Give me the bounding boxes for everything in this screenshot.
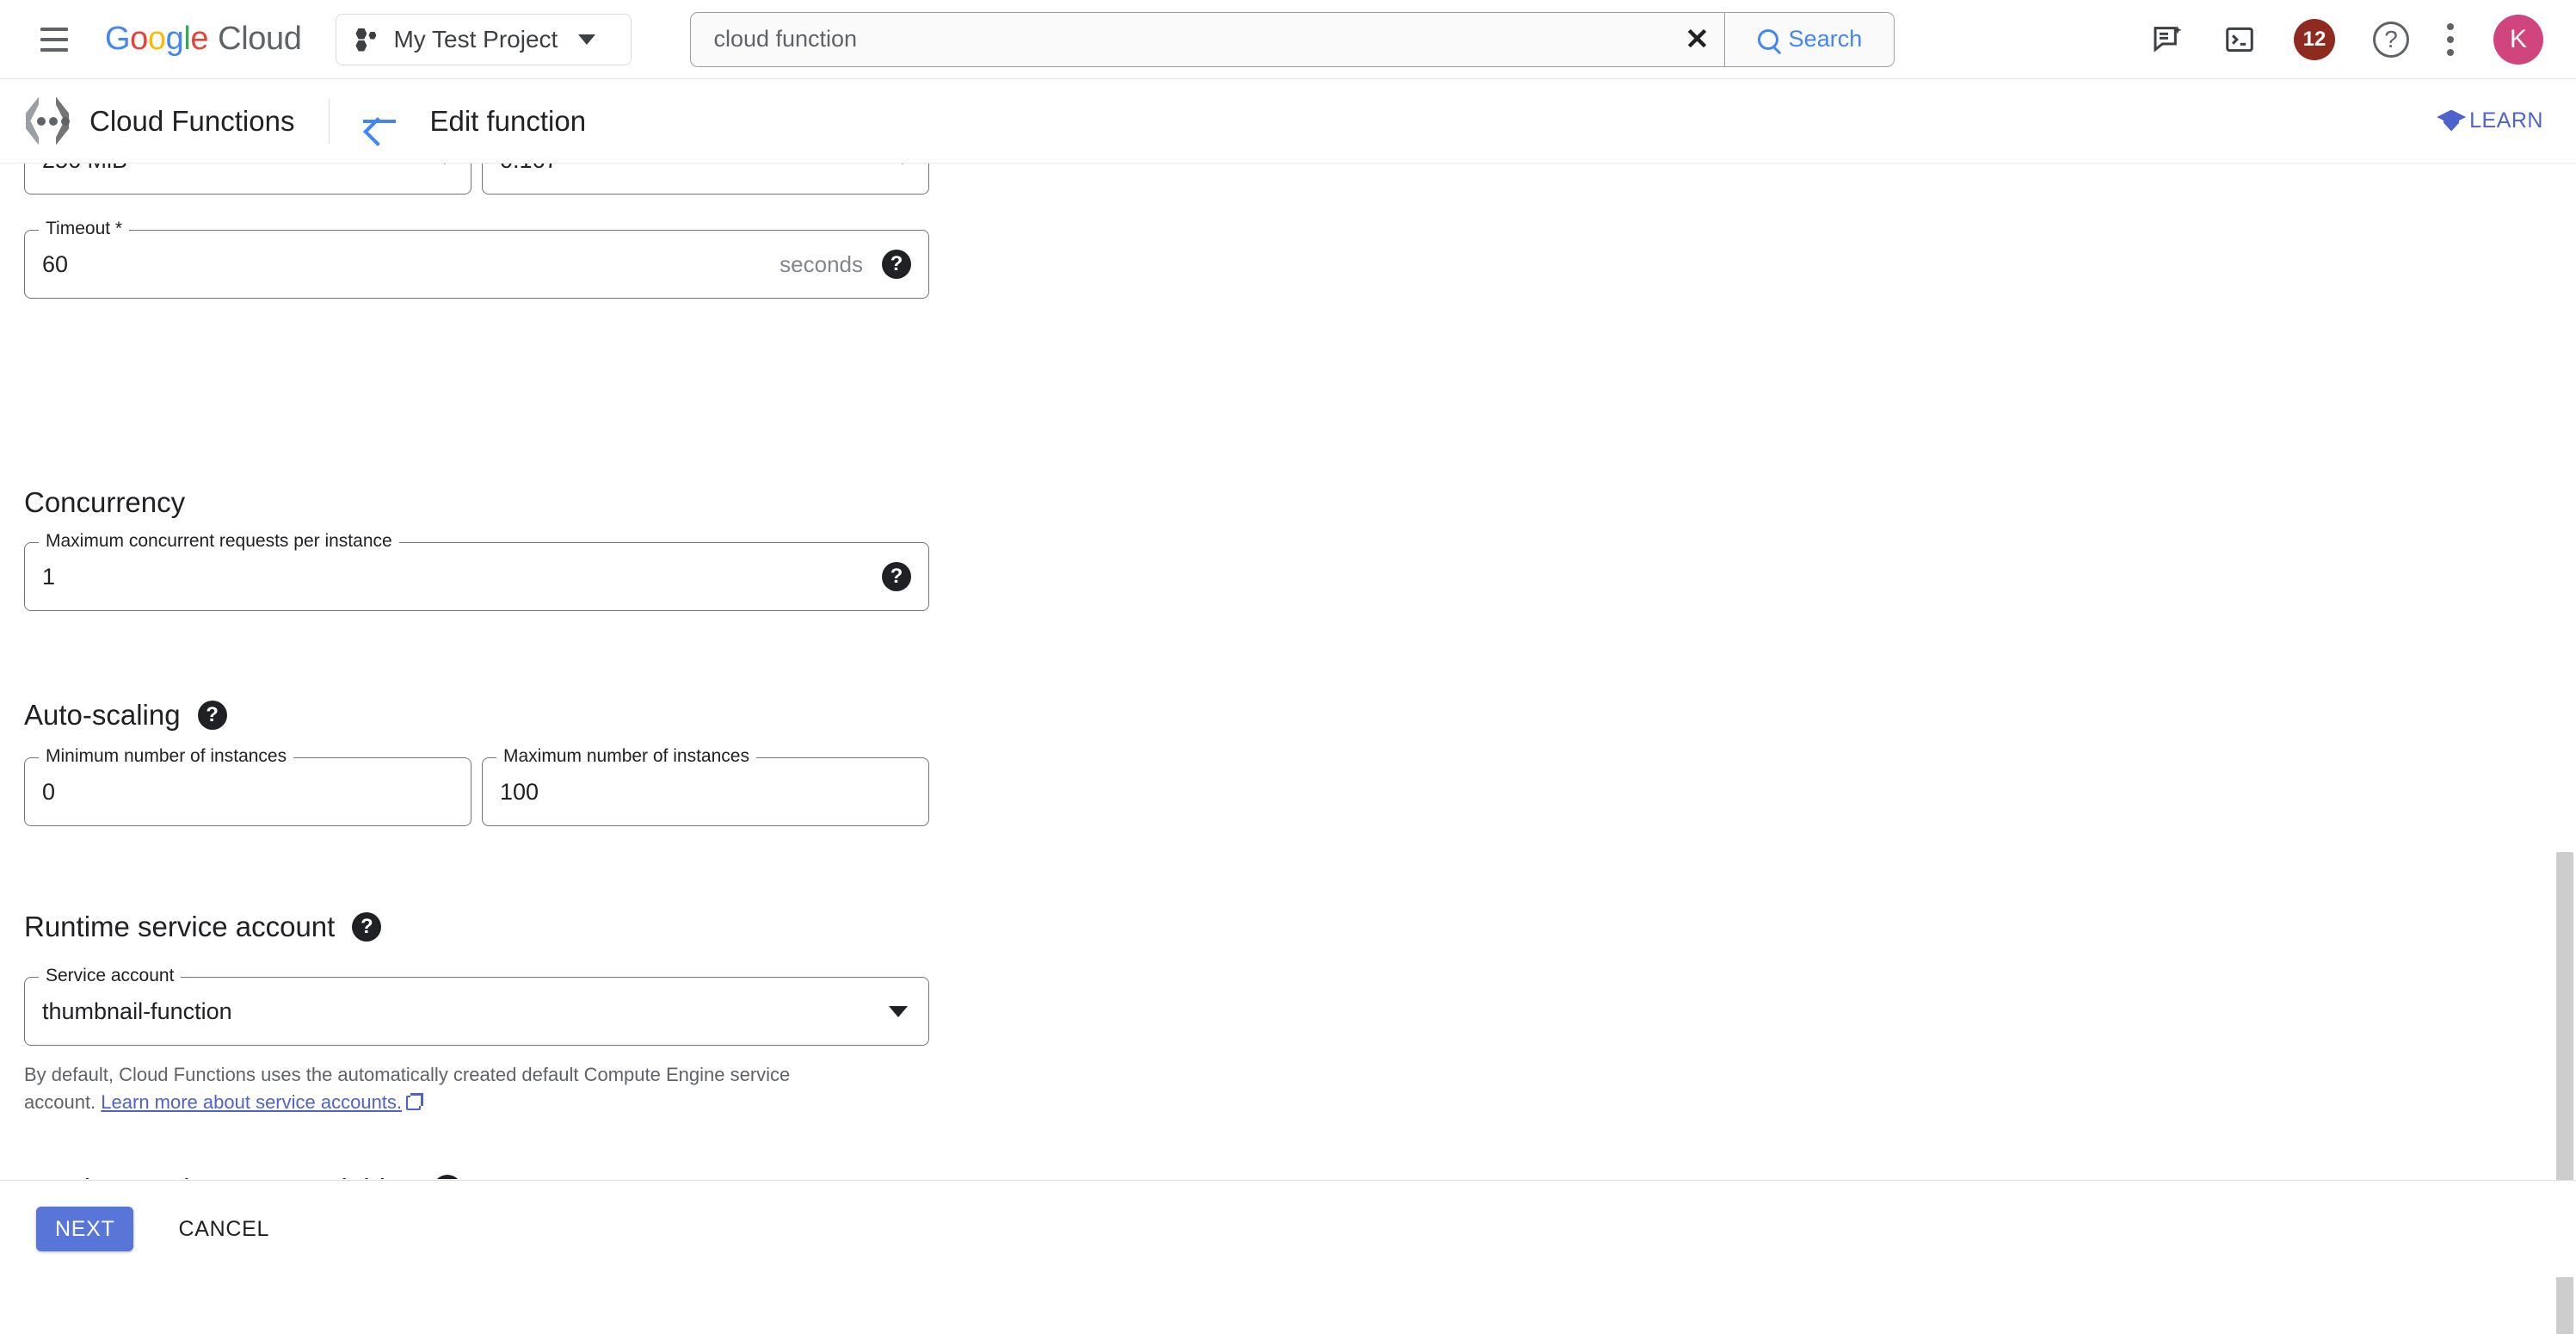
logo-letter: G [105,21,130,58]
clear-search-icon[interactable]: ✕ [1669,13,1724,66]
logo-letter: e [190,21,208,58]
learn-button[interactable]: LEARN [2437,108,2543,133]
cloud-functions-icon [21,95,74,148]
graduation-cap-icon [2437,110,2466,133]
timeout-value: 60 [25,251,780,278]
service-account-label: Service account [39,966,181,986]
timeout-field[interactable]: Timeout * 60 seconds ? [24,230,929,299]
more-vert-icon[interactable] [2447,23,2456,56]
learn-more-service-accounts-link[interactable]: Learn more about service accounts. [101,1091,402,1113]
chevron-down-icon [889,1006,908,1017]
runtime-env-vars-heading: Runtime environment variables [24,1173,416,1179]
external-link-icon [406,1096,421,1110]
next-button[interactable]: NEXT [36,1207,133,1251]
service-account-helper-text: By default, Cloud Functions uses the aut… [24,1061,841,1116]
max-instances-label: Maximum number of instances [496,746,756,767]
footer-action-bar: NEXT CANCEL [0,1180,2576,1277]
hamburger-line [40,38,68,41]
max-concurrent-requests-value: 1 [25,564,882,590]
search-icon [1758,29,1778,50]
service-account-select[interactable]: Service account thumbnail-function [24,977,929,1046]
max-concurrent-requests-field[interactable]: Maximum concurrent requests per instance… [24,542,929,611]
max-concurrent-requests-label: Maximum concurrent requests per instance [39,531,399,552]
top-navigation-bar: Google Cloud My Test Project ✕ Search [0,0,2576,79]
autoscaling-help-icon[interactable]: ? [198,701,227,730]
runtime-service-account-heading-row: Runtime service account ? [24,911,381,943]
google-cloud-logo[interactable]: Google Cloud [105,21,301,58]
min-instances-label: Minimum number of instances [39,746,293,767]
concurrency-heading: Concurrency [24,486,185,519]
project-name: My Test Project [393,26,558,53]
cancel-button[interactable]: CANCEL [178,1217,269,1242]
project-selector[interactable]: My Test Project [336,14,632,65]
search-button[interactable]: Search [1725,13,1894,66]
max-instances-field[interactable]: Maximum number of instances 100 [482,757,929,826]
search-bar[interactable]: ✕ Search [690,12,1895,67]
autoscaling-heading-row: Auto-scaling ? [24,699,227,732]
chevron-down-icon [578,34,595,45]
product-header-bar: Cloud Functions Edit function LEARN [0,79,2576,164]
timeout-unit: seconds [780,251,863,278]
topbar-actions: 12 ? K [2151,15,2543,65]
back-arrow-icon[interactable] [361,102,398,140]
cloud-shell-terminal-icon[interactable] [2223,23,2256,56]
logo-letter: o [148,21,166,58]
feedback-sparkle-icon[interactable] [2151,22,2185,57]
page-title: Edit function [429,105,586,138]
form-content-area: 256 MiB 0.167 Timeout * 60 seconds ? Con… [0,164,2576,1179]
project-dots-icon [355,28,378,51]
avatar[interactable]: K [2493,15,2543,65]
header-divider [329,99,330,144]
service-account-value: thumbnail-function [25,998,889,1025]
runtime-service-account-help-icon[interactable]: ? [352,912,381,942]
product-title[interactable]: Cloud Functions [89,105,294,138]
vertical-scrollbar-track[interactable] [2554,164,2576,1180]
memory-allocated-value: 256 MiB [25,164,438,174]
help-icon[interactable]: ? [2373,22,2409,58]
hamburger-line [40,48,68,52]
hamburger-line [40,28,68,31]
notifications-badge[interactable]: 12 [2294,19,2335,60]
runtime-env-vars-heading-row: Runtime environment variables ? [24,1173,462,1179]
logo-letter: l [183,21,190,58]
runtime-env-vars-help-icon[interactable]: ? [433,1175,462,1179]
logo-cloud-text: Cloud [218,21,301,58]
timeout-help-icon[interactable]: ? [882,250,911,279]
cpu-value: 0.167 [483,164,896,174]
runtime-service-account-heading: Runtime service account [24,911,335,943]
cpu-select[interactable]: 0.167 [482,164,929,195]
min-instances-value: 0 [25,779,471,806]
min-instances-field[interactable]: Minimum number of instances 0 [24,757,471,826]
max-concurrent-requests-help-icon[interactable]: ? [882,562,911,591]
search-button-label: Search [1789,26,1863,52]
learn-label: LEARN [2469,108,2543,133]
max-instances-value: 100 [483,779,928,806]
hamburger-menu-icon[interactable] [34,20,74,59]
logo-letter: o [130,21,148,58]
timeout-label: Timeout * [39,219,129,239]
search-input[interactable] [691,13,1669,66]
logo-letter: g [166,21,184,58]
memory-allocated-select[interactable]: 256 MiB [24,164,471,195]
autoscaling-heading: Auto-scaling [24,699,181,732]
